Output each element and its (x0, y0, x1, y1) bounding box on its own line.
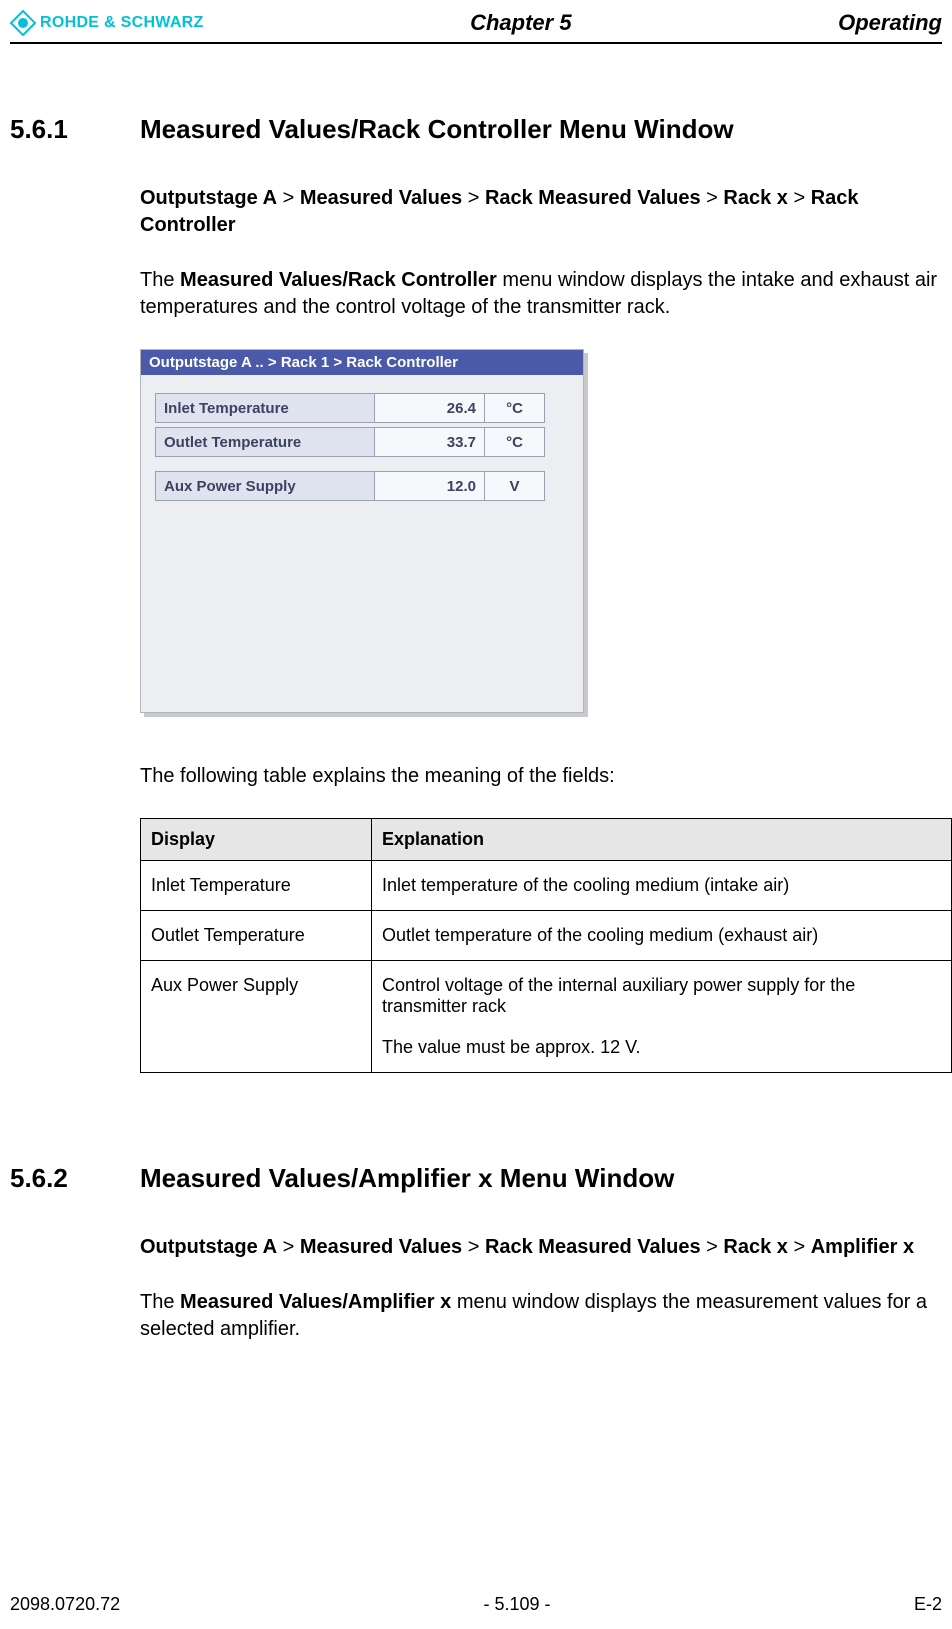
field-unit: V (485, 471, 545, 501)
field-label: Aux Power Supply (155, 471, 375, 501)
rack-controller-panel: Outputstage A .. > Rack 1 > Rack Control… (140, 349, 584, 713)
footer-right: E-2 (914, 1594, 942, 1615)
td-display: Aux Power Supply (141, 961, 372, 1073)
td-explanation: Inlet temperature of the cooling medium … (372, 861, 952, 911)
intro-paragraph-562: The Measured Values/Amplifier x menu win… (140, 1289, 942, 1343)
explanation-table: Display Explanation Inlet Temperature In… (140, 818, 952, 1073)
field-outlet-temperature: Outlet Temperature 33.7 °C (155, 427, 569, 457)
page-header: ROHDE & SCHWARZ Chapter 5 Operating (10, 10, 942, 42)
td-display: Inlet Temperature (141, 861, 372, 911)
td-explanation: Control voltage of the internal auxiliar… (372, 961, 952, 1073)
field-value: 12.0 (375, 471, 485, 501)
panel-titlebar: Outputstage A .. > Rack 1 > Rack Control… (141, 350, 583, 375)
page-footer: 2098.0720.72 - 5.109 - E-2 (10, 1594, 942, 1615)
panel-body: Inlet Temperature 26.4 °C Outlet Tempera… (141, 375, 583, 523)
field-label: Outlet Temperature (155, 427, 375, 457)
diamond-icon (10, 10, 36, 36)
breadcrumb-562: Outputstage A > Measured Values > Rack M… (140, 1234, 942, 1261)
section-heading-562: 5.6.2 Measured Values/Amplifier x Menu W… (10, 1163, 942, 1194)
field-inlet-temperature: Inlet Temperature 26.4 °C (155, 393, 569, 423)
field-aux-power-supply: Aux Power Supply 12.0 V (155, 471, 569, 501)
field-unit: °C (485, 393, 545, 423)
brand-text: ROHDE & SCHWARZ (40, 14, 204, 32)
field-value: 33.7 (375, 427, 485, 457)
header-chapter: Chapter 5 (470, 10, 571, 36)
breadcrumb-561: Outputstage A > Measured Values > Rack M… (140, 185, 942, 239)
td-display: Outlet Temperature (141, 911, 372, 961)
section-heading-561: 5.6.1 Measured Values/Rack Controller Me… (10, 114, 942, 145)
table-row: Inlet Temperature Inlet temperature of t… (141, 861, 952, 911)
section-number: 5.6.2 (10, 1163, 100, 1194)
section-title: Measured Values/Amplifier x Menu Window (140, 1163, 674, 1194)
header-right: Operating (838, 10, 942, 36)
footer-left: 2098.0720.72 (10, 1594, 120, 1615)
table-row: Aux Power Supply Control voltage of the … (141, 961, 952, 1073)
footer-center: - 5.109 - (484, 1594, 551, 1615)
intro-paragraph-561: The Measured Values/Rack Controller menu… (140, 267, 942, 321)
th-explanation: Explanation (372, 819, 952, 861)
section-title: Measured Values/Rack Controller Menu Win… (140, 114, 734, 145)
field-label: Inlet Temperature (155, 393, 375, 423)
brand-logo: ROHDE & SCHWARZ (10, 10, 204, 36)
table-row: Outlet Temperature Outlet temperature of… (141, 911, 952, 961)
td-explanation: Outlet temperature of the cooling medium… (372, 911, 952, 961)
section-number: 5.6.1 (10, 114, 100, 145)
field-value: 26.4 (375, 393, 485, 423)
th-display: Display (141, 819, 372, 861)
table-intro: The following table explains the meaning… (140, 763, 942, 790)
field-unit: °C (485, 427, 545, 457)
